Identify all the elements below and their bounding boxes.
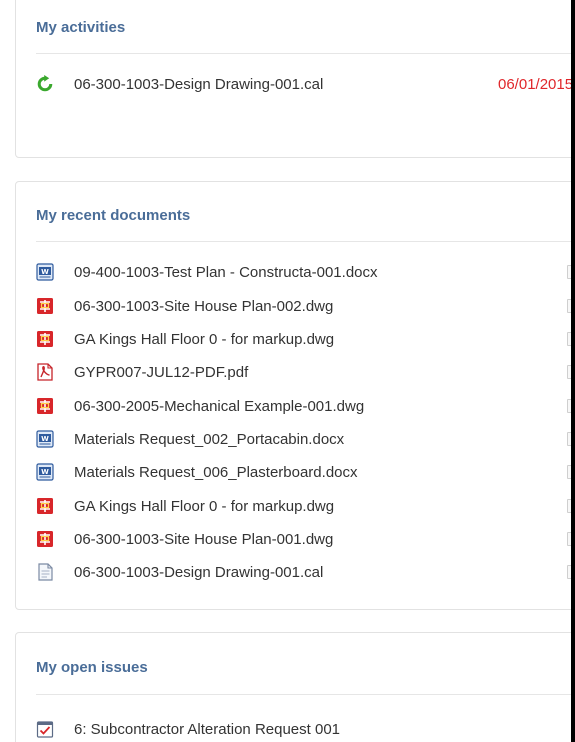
word-doc-icon: W (36, 263, 54, 281)
document-item[interactable]: 06-300-1003-Design Drawing-001.cal (36, 561, 323, 583)
dashboard-page: My activities 06-300-1003-Design Drawing… (0, 0, 575, 742)
document-item[interactable]: 06-300-2005-Mechanical Example-001.dwg (36, 395, 364, 417)
document-item-name: 06-300-1003-Site House Plan-001.dwg (74, 530, 334, 548)
document-item-name: GA Kings Hall Floor 0 - for markup.dwg (74, 330, 335, 348)
open-issues-title: My open issues (36, 659, 148, 676)
activity-item-name: 06-300-1003-Design Drawing-001.cal (74, 75, 324, 93)
recent-documents-title: My recent documents (36, 207, 191, 224)
document-item[interactable]: 06-300-1003-Site House Plan-002.dwg (36, 295, 333, 317)
activities-title: My activities (36, 19, 126, 36)
word-doc-icon: W (36, 463, 54, 481)
document-item[interactable]: 06-300-1003-Site House Plan-001.dwg (36, 528, 333, 550)
document-item-name: Materials Request_006_Plasterboard.docx (74, 463, 358, 481)
dwg-file-icon (37, 498, 53, 514)
issue-item-name: 6: Subcontractor Alteration Request 001 (74, 720, 341, 738)
recent-documents-divider (36, 241, 575, 242)
window-right-edge (571, 0, 575, 742)
generic-file-icon (38, 563, 53, 581)
document-item-name: 06-300-2005-Mechanical Example-001.dwg (74, 397, 365, 415)
svg-text:W: W (41, 268, 49, 276)
document-item-name: Materials Request_002_Portacabin.docx (74, 430, 345, 448)
pdf-file-icon (37, 363, 53, 381)
document-item[interactable]: GA Kings Hall Floor 0 - for markup.dwg (36, 495, 334, 517)
document-item[interactable]: W 09-400-1003-Test Plan - Constructa-001… (36, 261, 378, 283)
activities-panel: My activities 06-300-1003-Design Drawing… (15, 0, 575, 158)
dwg-file-icon (37, 298, 53, 314)
svg-text:W: W (41, 435, 49, 443)
document-item-name: GA Kings Hall Floor 0 - for markup.dwg (74, 497, 335, 515)
document-item-name: 06-300-1003-Site House Plan-002.dwg (74, 297, 334, 315)
activity-item[interactable]: 06-300-1003-Design Drawing-001.cal (36, 73, 323, 95)
document-item-name: GYPR007-JUL12-PDF.pdf (74, 363, 249, 381)
refresh-icon (37, 75, 53, 92)
document-item[interactable]: W Materials Request_006_Plasterboard.doc… (36, 461, 358, 483)
activities-divider (36, 53, 575, 54)
word-doc-icon: W (36, 430, 54, 448)
open-issues-panel: My open issues 6: Subcontractor Alterati… (15, 632, 575, 742)
document-item[interactable]: W Materials Request_002_Portacabin.docx (36, 428, 344, 450)
document-item[interactable]: GYPR007-JUL12-PDF.pdf (36, 361, 248, 383)
document-item-name: 09-400-1003-Test Plan - Constructa-001.d… (74, 263, 378, 281)
issue-item[interactable]: 6: Subcontractor Alteration Request 001 (36, 718, 340, 740)
dwg-file-icon (37, 531, 53, 547)
activity-item-date: 06/01/2015 (498, 76, 574, 93)
document-item[interactable]: GA Kings Hall Floor 0 - for markup.dwg (36, 328, 334, 350)
svg-text:W: W (41, 468, 49, 476)
recent-documents-panel: My recent documents W 09-400-1003-Test P… (15, 181, 575, 610)
dwg-file-icon (37, 331, 53, 347)
document-item-name: 06-300-1003-Design Drawing-001.cal (74, 563, 324, 581)
issue-checklist-icon (36, 721, 54, 738)
open-issues-divider (36, 694, 575, 695)
dwg-file-icon (37, 398, 53, 414)
